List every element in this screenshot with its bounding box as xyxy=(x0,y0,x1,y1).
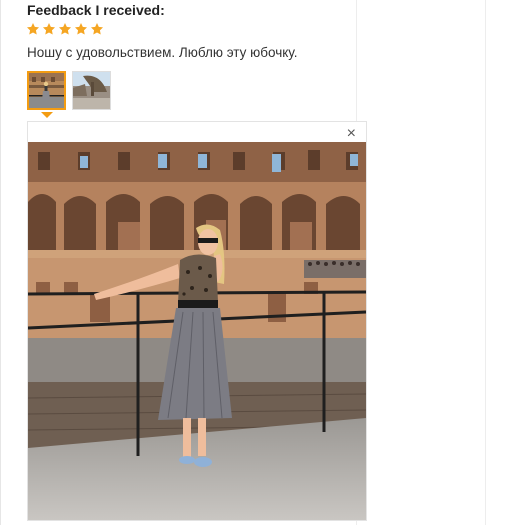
selected-thumbnail-indicator xyxy=(41,112,53,118)
photo-viewer: × xyxy=(27,121,367,521)
rating-stars xyxy=(26,22,104,38)
thumbnail-photo-image xyxy=(29,73,64,108)
star-icon xyxy=(74,23,88,35)
photo-thumbnail-2[interactable] xyxy=(72,71,111,110)
star-icon xyxy=(42,23,56,35)
photo-thumbnails xyxy=(27,71,111,110)
review-photo[interactable] xyxy=(28,142,366,520)
thumbnail-photo-image xyxy=(73,72,110,109)
photo-thumbnail-1[interactable] xyxy=(27,71,66,110)
review-text: Ношу с удовольствием. Люблю эту юбочку. xyxy=(27,45,298,60)
close-icon[interactable]: × xyxy=(347,126,356,142)
star-icon xyxy=(26,23,40,35)
colosseum-photo-image xyxy=(28,142,366,520)
feedback-heading: Feedback I received: xyxy=(27,2,165,18)
star-icon xyxy=(58,23,72,35)
left-divider xyxy=(0,0,1,525)
star-icon xyxy=(90,23,104,35)
right-divider xyxy=(485,0,486,525)
